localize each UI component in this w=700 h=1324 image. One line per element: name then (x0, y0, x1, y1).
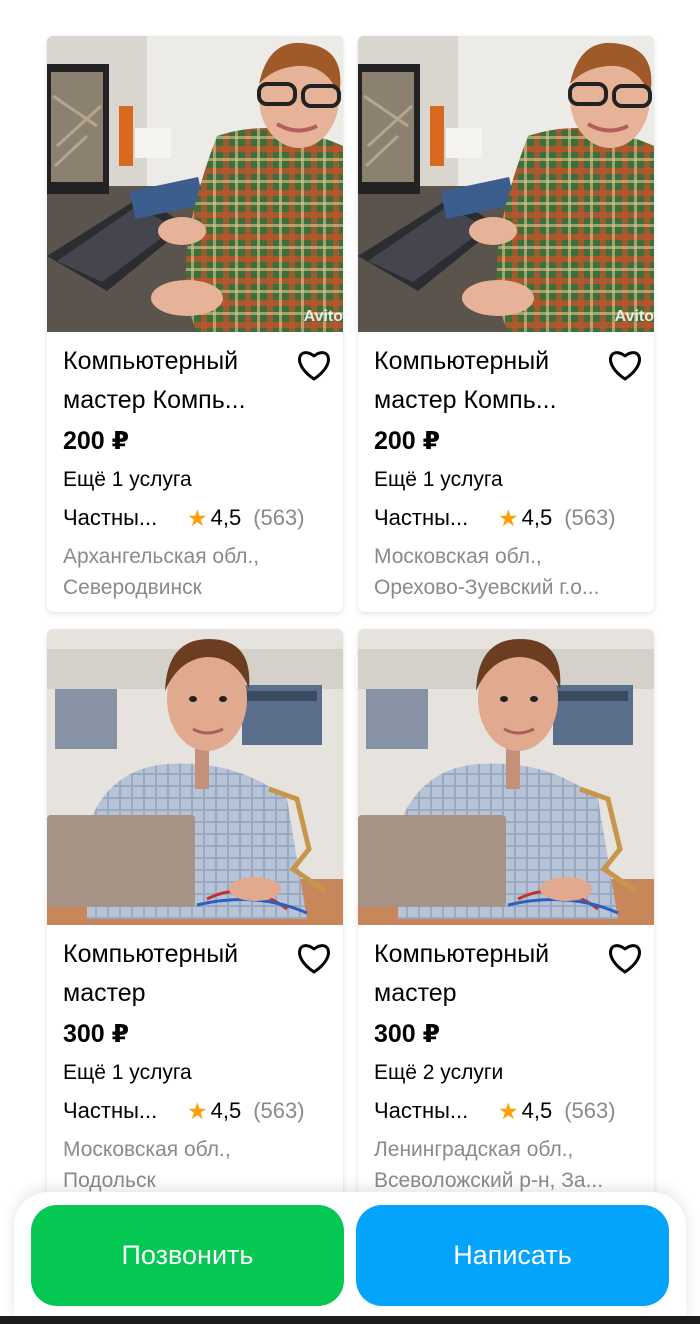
location-region: Московская обл., (374, 545, 542, 568)
listing-price: 300 ₽ (374, 1020, 441, 1048)
watermark: Avito (614, 308, 654, 325)
seller-type: Частны... (63, 505, 158, 530)
favorite-heart-icon[interactable] (295, 939, 333, 977)
seller-type: Частны... (374, 1098, 469, 1123)
listing-card[interactable]: Компьютерный мастер 300 ₽ Ещё 1 услуга Ч… (47, 629, 343, 1209)
listing-photo[interactable] (47, 629, 343, 925)
listing-price: 200 ₽ (63, 427, 130, 455)
review-count: (563) (564, 1098, 616, 1123)
call-button[interactable]: Позвонить (31, 1205, 344, 1306)
location: Ленинградская обл., Всеволожский р-н, За… (374, 1134, 638, 1196)
location-region: Архангельская обл., (63, 545, 260, 568)
more-services: Ещё 1 услуга (374, 468, 503, 491)
watermark: Avito (303, 308, 343, 325)
listing-title[interactable]: Компьютерный мастер (374, 935, 596, 1013)
location-city: Северодвинск (63, 576, 202, 599)
favorite-heart-icon[interactable] (606, 346, 644, 384)
favorite-heart-icon[interactable] (295, 346, 333, 384)
listing-title[interactable]: Компьютерный мастер (63, 935, 285, 1013)
review-count: (563) (253, 505, 305, 530)
more-services: Ещё 1 услуга (63, 468, 192, 491)
location: Московская обл., Орехово-Зуевский г.о... (374, 541, 638, 603)
location-region: Ленинградская обл., (374, 1138, 574, 1161)
star-icon: ★ (498, 505, 519, 531)
rating-value: 4,5 (210, 1098, 242, 1123)
more-services: Ещё 2 услуги (374, 1061, 504, 1084)
location: Московская обл., Подольск (63, 1134, 327, 1196)
listing-photo[interactable]: Avito (47, 36, 343, 332)
favorite-heart-icon[interactable] (606, 939, 644, 977)
listing-title[interactable]: Компьютерный мастер Компь... (63, 342, 285, 420)
rating-value: 4,5 (210, 505, 242, 530)
location-city: Орехово-Зуевский г.о... (374, 576, 600, 599)
rating-value: 4,5 (521, 1098, 553, 1123)
listing-card[interactable]: Avito Компьютерный мастер Компь... 200 ₽… (47, 36, 343, 612)
review-count: (563) (253, 1098, 305, 1123)
star-icon: ★ (187, 505, 208, 531)
star-icon: ★ (498, 1098, 519, 1124)
listing-title[interactable]: Компьютерный мастер Компь... (374, 342, 596, 420)
listing-photo[interactable]: Avito (358, 36, 654, 332)
write-message-button[interactable]: Написать (356, 1205, 669, 1306)
listing-price: 200 ₽ (374, 427, 441, 455)
review-count: (563) (564, 505, 616, 530)
star-icon: ★ (187, 1098, 208, 1124)
location: Архангельская обл., Северодвинск (63, 541, 327, 603)
seller-type: Частны... (374, 505, 469, 530)
location-region: Московская обл., (63, 1138, 231, 1161)
action-bar: Позвонить Написать (14, 1192, 686, 1324)
rating-value: 4,5 (521, 505, 553, 530)
more-services: Ещё 1 услуга (63, 1061, 192, 1084)
seller-type: Частны... (63, 1098, 158, 1123)
listing-card[interactable]: Компьютерный мастер 300 ₽ Ещё 2 услуги Ч… (358, 629, 654, 1209)
listing-card[interactable]: Avito Компьютерный мастер Компь... 200 ₽… (358, 36, 654, 612)
listing-price: 300 ₽ (63, 1020, 130, 1048)
next-card-edge (0, 1316, 700, 1324)
listing-photo[interactable] (358, 629, 654, 925)
